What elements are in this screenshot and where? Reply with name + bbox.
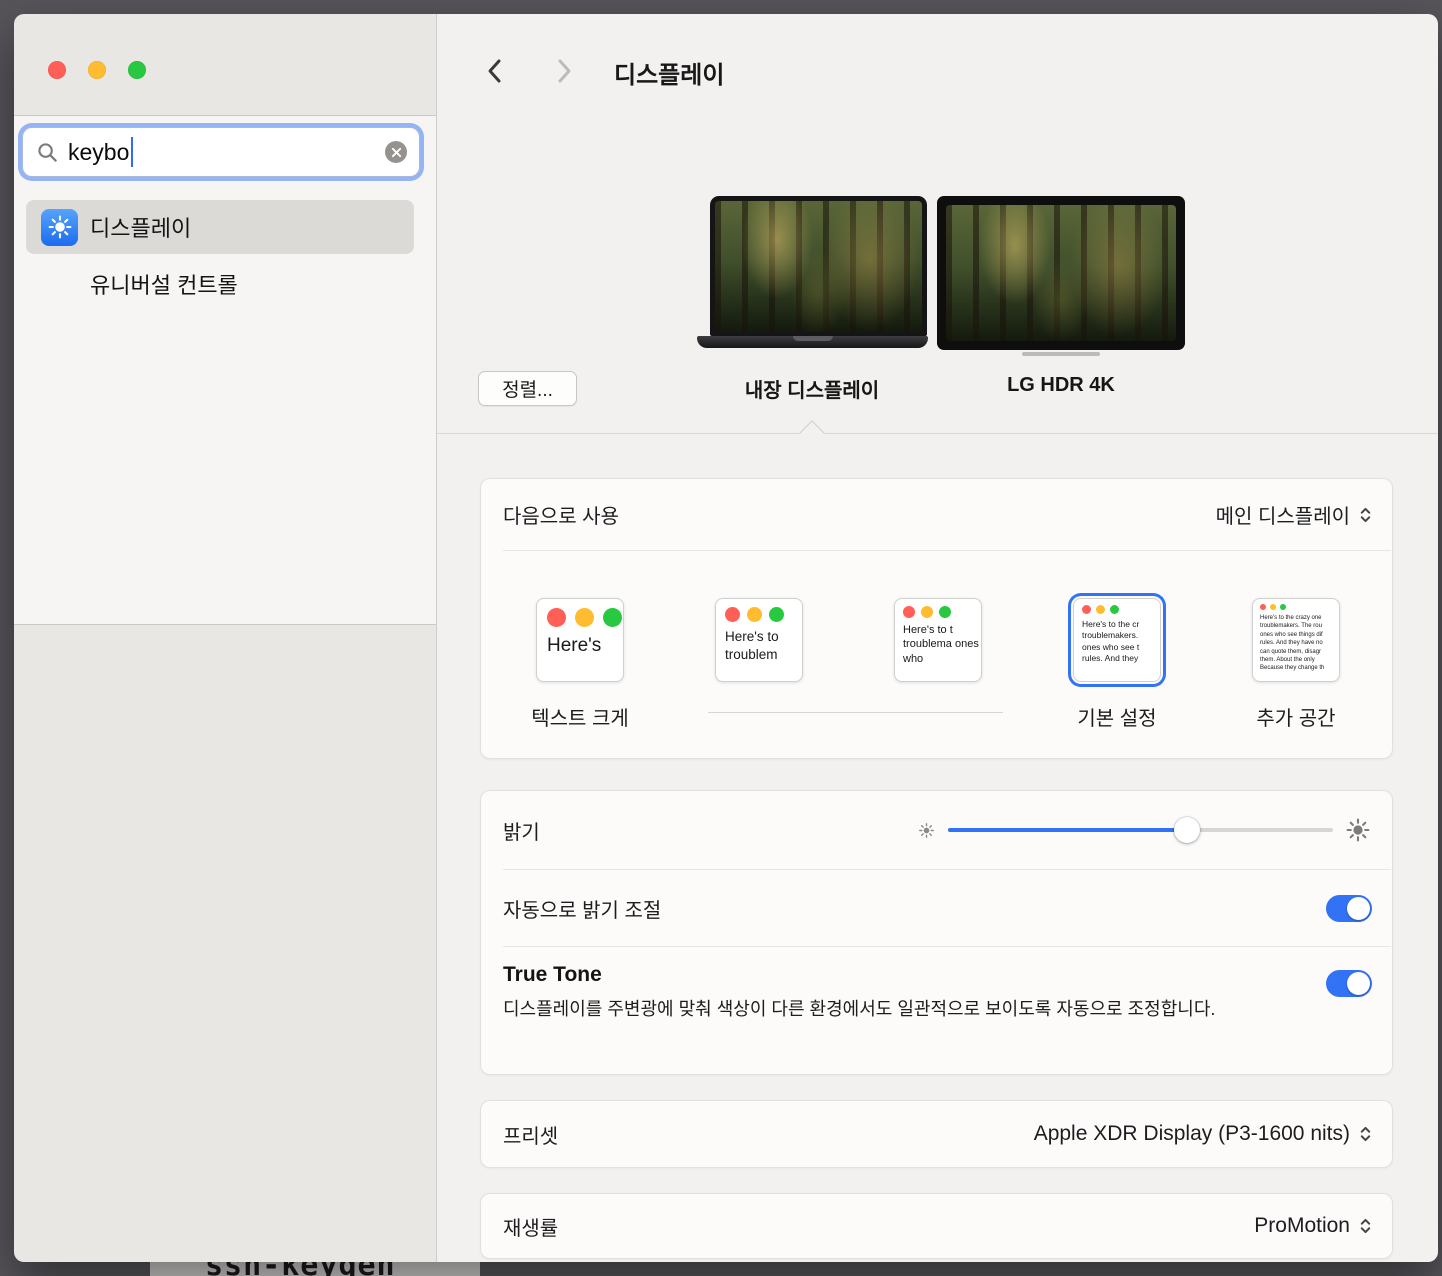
scaling-preview: Here's to troublem <box>715 598 803 682</box>
preset-popup[interactable]: Apple XDR Display (P3-1600 nits) <box>1034 1122 1372 1146</box>
builtin-display-label: 내장 디스플레이 <box>697 374 927 403</box>
traffic-lights <box>48 61 146 79</box>
search-result-label: 유니버설 컨트롤 <box>90 268 238 300</box>
text-cursor <box>131 137 133 167</box>
back-button[interactable] <box>480 56 508 86</box>
search-result-label: 디스플레이 <box>90 211 191 243</box>
laptop-base <box>697 336 928 348</box>
scaling-preview: Here's to the cr troublemakers. ones who… <box>1073 598 1161 682</box>
scaling-option-more-space[interactable]: Here's to the crazy one troublemakers. T… <box>1252 598 1340 682</box>
use-as-value: 메인 디스플레이 <box>1216 500 1350 529</box>
page-title: 디스플레이 <box>614 55 724 90</box>
search-icon <box>37 142 58 163</box>
true-tone-description: 디스플레이를 주변광에 맞춰 색상이 다른 환경에서도 일관적으로 보이도록 자… <box>503 996 1248 1023</box>
display-options-card: 다음으로 사용 메인 디스플레이 Here's <box>480 478 1393 759</box>
main-content: 디스플레이 정렬... 내장 디스플레이 LG HDR 4K 다음으로 사용 메… <box>437 14 1438 1262</box>
scaling-option-2[interactable]: Here's to troublem <box>715 598 803 682</box>
scaling-preview: Here's to the crazy one troublemakers. T… <box>1252 598 1340 682</box>
display-thumbnail-builtin[interactable] <box>697 196 928 348</box>
search-input[interactable]: keybo <box>22 127 420 177</box>
true-tone-label: True Tone <box>503 963 1372 987</box>
scaling-preview: Here's <box>536 598 624 682</box>
brightness-slider-knob[interactable] <box>1174 817 1200 843</box>
clear-search-button[interactable] <box>385 141 407 163</box>
settings-window: keybo <box>14 14 1438 1262</box>
display-settings-icon <box>41 209 78 246</box>
toggle-knob <box>1347 972 1370 995</box>
search-result-displays[interactable]: 디스플레이 <box>26 200 414 254</box>
mini-traffic-lights <box>1253 599 1339 610</box>
mini-traffic-lights <box>1074 599 1160 614</box>
brightness-dim-icon <box>918 822 935 839</box>
scaling-caption-default: 기본 설정 <box>1037 702 1197 731</box>
auto-brightness-label: 자동으로 밝기 조절 <box>503 894 661 923</box>
section-divider <box>437 433 1438 434</box>
mini-traffic-lights <box>537 599 623 627</box>
use-as-popup[interactable]: 메인 디스플레이 <box>1216 500 1372 529</box>
refresh-rate-value: ProMotion <box>1254 1214 1350 1238</box>
mini-traffic-lights <box>895 599 981 618</box>
monitor-stand <box>1022 352 1100 356</box>
brightness-slider-fill <box>948 828 1187 832</box>
chevron-up-down-icon <box>1359 505 1372 525</box>
true-tone-toggle[interactable] <box>1326 970 1372 997</box>
scaling-preview: Here's to t troublema ones who <box>894 598 982 682</box>
chevron-up-down-icon <box>1359 1216 1372 1236</box>
resolution-scaling-options: Here's Here's to troublem Here's to t tr… <box>481 551 1392 759</box>
wallpaper-image <box>715 201 922 332</box>
search-query-text: keybo <box>68 139 129 166</box>
scaling-caption-more-space: 추가 공간 <box>1216 702 1376 731</box>
laptop-screen <box>710 196 927 336</box>
scaling-caption-larger-text: 텍스트 크게 <box>500 702 660 731</box>
scaling-option-3[interactable]: Here's to t troublema ones who <box>894 598 982 682</box>
selected-display-caret <box>799 420 824 445</box>
brightness-label: 밝기 <box>503 816 540 845</box>
preset-card: 프리셋 Apple XDR Display (P3-1600 nits) <box>480 1100 1393 1168</box>
search-result-universal-control[interactable]: 유니버설 컨트롤 <box>26 257 414 311</box>
external-display-label: LG HDR 4K <box>946 374 1176 397</box>
preset-value: Apple XDR Display (P3-1600 nits) <box>1034 1122 1350 1146</box>
use-as-label: 다음으로 사용 <box>503 500 619 529</box>
auto-brightness-toggle[interactable] <box>1326 895 1372 922</box>
refresh-rate-label: 재생률 <box>503 1212 558 1241</box>
search-results-panel: keybo <box>14 115 436 625</box>
refresh-rate-card: 재생률 ProMotion <box>480 1193 1393 1259</box>
scaling-tick-line <box>708 712 1003 713</box>
toggle-knob <box>1347 897 1370 920</box>
scaling-option-default[interactable]: Here's to the cr troublemakers. ones who… <box>1073 598 1161 682</box>
brightness-slider[interactable] <box>948 816 1333 844</box>
mini-traffic-lights <box>716 599 802 622</box>
chevron-up-down-icon <box>1359 1124 1372 1144</box>
refresh-rate-popup[interactable]: ProMotion <box>1254 1214 1372 1238</box>
close-button[interactable] <box>48 61 66 79</box>
sidebar: keybo <box>14 14 437 1262</box>
display-thumbnail-external[interactable] <box>937 196 1185 350</box>
forward-button[interactable] <box>550 56 578 86</box>
zoom-button[interactable] <box>128 61 146 79</box>
minimize-button[interactable] <box>88 61 106 79</box>
preset-label: 프리셋 <box>503 1120 558 1149</box>
scaling-option-larger-text[interactable]: Here's <box>536 598 624 682</box>
arrange-displays-button[interactable]: 정렬... <box>478 371 577 406</box>
brightness-bright-icon <box>1346 818 1370 842</box>
wallpaper-image <box>946 205 1176 341</box>
brightness-card: 밝기 자동으로 밝기 조절 <box>480 790 1393 1075</box>
